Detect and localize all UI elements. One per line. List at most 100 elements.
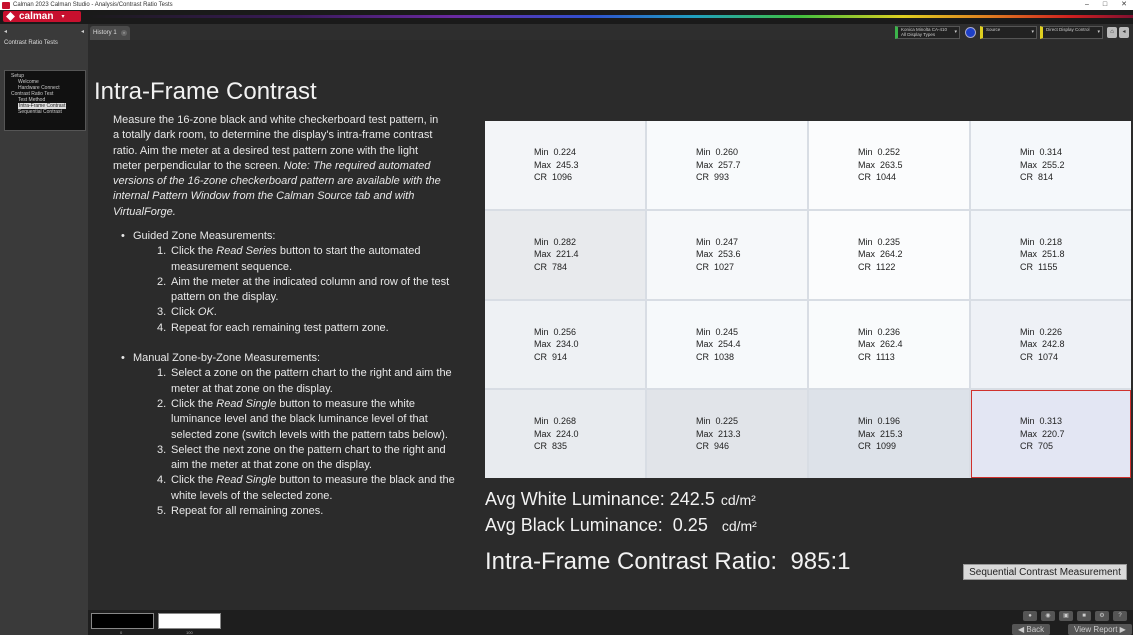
zone-min: Min 0.247	[696, 236, 739, 247]
zone-cr: CR 946	[696, 441, 730, 452]
intra-frame-contrast-ratio: Intra-Frame Contrast Ratio: 985:1	[485, 548, 851, 576]
zone-cell[interactable]: Min 0.282 Max 221.4 CR 784	[485, 210, 645, 299]
zone-cell[interactable]: Min 0.268 Max 224.0 CR 835	[485, 390, 645, 478]
zone-values: Min 0.256 Max 234.0 CR 914	[534, 326, 596, 364]
zone-min: Min 0.235	[858, 236, 901, 247]
zone-values: Min 0.226 Max 242.8 CR 1074	[1020, 326, 1082, 364]
zone-cr: CR 1113	[858, 351, 895, 362]
maximize-button[interactable]: □	[1103, 0, 1107, 10]
zone-values: Min 0.268 Max 224.0 CR 835	[534, 415, 596, 453]
guided-title: Guided Zone Measurements:	[121, 229, 461, 245]
zone-cell[interactable]: Min 0.224 Max 245.3 CR 1096	[485, 121, 645, 209]
calman-app-icon	[2, 1, 10, 9]
close-window-button[interactable]: ✕	[1121, 0, 1127, 10]
zone-max: Max 254.4	[696, 339, 741, 350]
zone-values: Min 0.245 Max 254.4 CR 1038	[696, 326, 758, 364]
zone-cell[interactable]: Min 0.235 Max 264.2 CR 1122	[809, 210, 969, 299]
zone-cell[interactable]: Min 0.313 Max 220.7 CR 705	[971, 390, 1131, 478]
avg-black-label: Avg Black Luminance:	[485, 515, 663, 535]
zone-cell[interactable]: Min 0.252 Max 263.5 CR 1044	[809, 121, 969, 209]
black-swatch-label: 0	[120, 630, 123, 635]
tree-item-sequential-contrast[interactable]: Sequential Contrast	[8, 109, 82, 115]
close-tab-icon[interactable]: ×	[121, 30, 127, 36]
zone-min: Min 0.236	[858, 326, 901, 337]
rainbow-accent-strip	[88, 15, 1133, 18]
meter-settings-icon[interactable]	[965, 27, 976, 38]
view-report-button[interactable]: View Report ▶	[1068, 624, 1132, 635]
page-description: Measure the 16-zone black and white chec…	[113, 113, 443, 220]
zone-values: Min 0.260 Max 257.7 CR 993	[696, 146, 758, 184]
bottom-toolbar-icons: ● ◉ ▣ ■ ⚙ ?	[1023, 611, 1127, 621]
manual-step: 3. Select the next zone on the pattern ch…	[157, 443, 446, 472]
manual-step: 4. Click the Read Single button to measur…	[157, 474, 455, 502]
zone-min: Min 0.218	[1020, 236, 1063, 247]
manual-step: 5. Repeat for all remaining zones.	[157, 505, 324, 518]
zone-cell[interactable]: Min 0.196 Max 215.3 CR 1099	[809, 390, 969, 478]
bottom-bar: 0 100 ● ◉ ▣ ■ ⚙ ? ◀ Back View Report ▶	[88, 610, 1133, 635]
chevron-down-icon: ▾	[954, 29, 957, 35]
zone-min: Min 0.256	[534, 326, 577, 337]
zone-cr: CR 1044	[858, 172, 897, 183]
avg-black-value: 0.25	[672, 515, 708, 535]
avg-white-unit: cd/m²	[720, 492, 756, 508]
zone-cr: CR 1096	[534, 172, 573, 183]
read-single-icon[interactable]: ●	[1023, 611, 1037, 621]
display-selector[interactable]: Direct Display Control ▾	[1040, 26, 1103, 39]
white-pattern-swatch[interactable]	[158, 613, 221, 629]
calman-logo-icon	[6, 12, 15, 21]
zone-max: Max 224.0	[534, 428, 579, 439]
zone-cr: CR 835	[534, 441, 568, 452]
stop-icon[interactable]: ■	[1077, 611, 1091, 621]
sequential-contrast-button[interactable]: Sequential Contrast Measurement	[963, 564, 1127, 580]
source-label: Source	[986, 27, 1001, 32]
zone-cell[interactable]: Min 0.314 Max 255.2 CR 814	[971, 121, 1131, 209]
guided-steps-list: 1. Click the Read Series button to start …	[157, 244, 461, 336]
zone-cell[interactable]: Min 0.226 Max 242.8 CR 1074	[971, 300, 1131, 389]
chevron-down-icon: ▾	[61, 14, 65, 20]
zone-cr: CR 1074	[1020, 351, 1059, 362]
zone-cell[interactable]: Min 0.256 Max 234.0 CR 914	[485, 300, 645, 389]
sidebar-title: Contrast Ratio Tests	[4, 40, 58, 46]
zone-min: Min 0.260	[696, 147, 739, 158]
minimize-button[interactable]: –	[1085, 0, 1089, 10]
zone-values: Min 0.282 Max 221.4 CR 784	[534, 236, 596, 274]
zone-cell[interactable]: Min 0.247 Max 253.6 CR 1027	[647, 210, 807, 299]
zone-max: Max 234.0	[534, 339, 579, 350]
contrast-ratio-value: 985:1	[790, 548, 851, 575]
source-selector[interactable]: Source ▾	[980, 26, 1037, 39]
zone-cell[interactable]: Min 0.245 Max 254.4 CR 1038	[647, 300, 807, 389]
white-swatch-label: 100	[186, 630, 193, 635]
page-title: Intra-Frame Contrast	[94, 78, 317, 105]
zone-max: Max 215.3	[858, 428, 903, 439]
window-title-bar: Calman 2023 Calman Studio - Analysis/Con…	[0, 0, 1133, 10]
settings-icon[interactable]: ⚙	[1095, 611, 1109, 621]
calman-menu-button[interactable]: calman ▾	[3, 11, 81, 22]
home-icon[interactable]: ⌂	[1107, 27, 1117, 38]
zone-cell[interactable]: Min 0.260 Max 257.7 CR 993	[647, 121, 807, 209]
sidebar-pin-button[interactable]: ◂	[81, 28, 84, 35]
meter-selector[interactable]: Konica Minolta CA-410 All Display Types …	[895, 26, 960, 39]
zone-values: Min 0.225 Max 213.3 CR 946	[696, 415, 758, 453]
zone-min: Min 0.245	[696, 326, 739, 337]
avg-white-luminance: Avg White Luminance: 242.5 cd/m²	[485, 489, 756, 510]
zone-min: Min 0.196	[858, 416, 901, 427]
sidebar-collapse-button[interactable]: ◂	[4, 28, 7, 35]
avg-white-value: 242.5	[669, 489, 715, 509]
read-continuous-icon[interactable]: ◉	[1041, 611, 1055, 621]
zone-values: Min 0.196 Max 215.3 CR 1099	[858, 415, 920, 453]
tab-history-1[interactable]: History 1 ×	[90, 26, 130, 40]
guided-step: 3. Click OK.	[157, 306, 217, 319]
zone-min: Min 0.224	[534, 147, 577, 158]
zone-cell[interactable]: Min 0.225 Max 213.3 CR 946	[647, 390, 807, 478]
guided-step: 2. Aim the meter at the indicated column …	[157, 275, 450, 304]
zone-cell[interactable]: Min 0.218 Max 251.8 CR 1155	[971, 210, 1131, 299]
zone-max: Max 242.8	[1020, 339, 1065, 350]
guided-step: 1. Click the Read Series button to start …	[157, 245, 421, 273]
zone-values: Min 0.218 Max 251.8 CR 1155	[1020, 236, 1082, 274]
read-series-icon[interactable]: ▣	[1059, 611, 1073, 621]
zone-cell[interactable]: Min 0.236 Max 262.4 CR 1113	[809, 300, 969, 389]
help-icon[interactable]: ?	[1113, 611, 1127, 621]
black-pattern-swatch[interactable]	[91, 613, 154, 629]
panel-toggle-icon[interactable]: ◂	[1119, 27, 1129, 38]
back-button[interactable]: ◀ Back	[1012, 624, 1051, 635]
